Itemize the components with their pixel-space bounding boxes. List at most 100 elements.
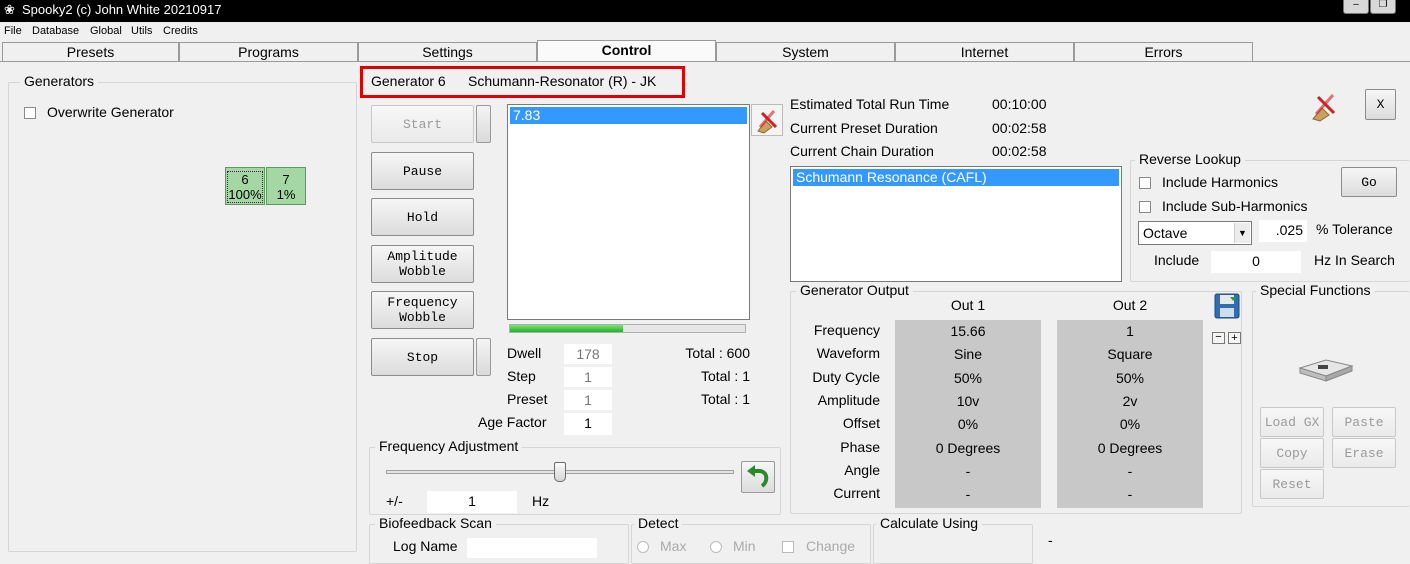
tab-errors[interactable]: Errors — [1074, 42, 1253, 62]
tab-internet[interactable]: Internet — [895, 42, 1074, 62]
frequency-wobble-button[interactable]: Frequency Wobble — [371, 291, 474, 329]
broom-icon — [1312, 93, 1336, 122]
generator-number-label: Generator 6 — [371, 73, 446, 89]
reset-button[interactable]: Reset — [1260, 469, 1324, 499]
output-out1-cell[interactable]: 0% — [895, 413, 1041, 438]
generators-group — [8, 82, 357, 552]
hold-button[interactable]: Hold — [371, 198, 474, 236]
max-radio[interactable] — [637, 541, 649, 553]
preset-list[interactable]: Schumann Resonance (CAFL) — [790, 166, 1122, 282]
output-out2-cell[interactable]: 0 Degrees — [1057, 437, 1203, 462]
out1-header: Out 1 — [950, 297, 986, 313]
plus-icon[interactable]: + — [1228, 332, 1241, 344]
frequency-list[interactable]: 7.83 — [507, 104, 750, 320]
tab-presets[interactable]: Presets — [2, 42, 179, 62]
output-out1-cell[interactable]: 0 Degrees — [895, 437, 1041, 462]
age-factor-field[interactable]: 1 — [564, 413, 612, 435]
generator-tile-7[interactable]: 7 1% — [266, 167, 306, 205]
include-harmonics-checkbox[interactable] — [1139, 177, 1151, 189]
generator-tile-6-num: 6 — [241, 172, 249, 187]
output-out2-cell[interactable]: 0% — [1057, 413, 1203, 438]
output-row-label: Angle — [844, 462, 880, 478]
menu-utils[interactable]: Utils — [131, 25, 152, 37]
load-gx-button[interactable]: Load GX — [1260, 407, 1324, 437]
go-button[interactable]: Go — [1341, 167, 1397, 197]
min-label: Min — [733, 538, 756, 554]
tab-settings[interactable]: Settings — [358, 42, 537, 62]
output-out1-cell[interactable]: 15.66 — [895, 320, 1041, 345]
tab-system[interactable]: System — [716, 42, 895, 62]
frequency-adjustment-label: Frequency Adjustment — [375, 438, 523, 454]
close-x-button[interactable]: X — [1365, 89, 1396, 120]
start-side-button[interactable] — [476, 105, 491, 143]
menu-credits[interactable]: Credits — [163, 25, 198, 37]
step-total: Total : 1 — [700, 368, 750, 384]
clear-all-button[interactable] — [1307, 89, 1341, 123]
amplitude-wobble-button[interactable]: Amplitude Wobble — [371, 245, 474, 283]
output-out2-cell[interactable]: 2v — [1057, 390, 1203, 415]
start-button[interactable]: Start — [371, 105, 474, 143]
preset-value: 1 — [564, 390, 612, 410]
menu-database[interactable]: Database — [32, 25, 79, 37]
tab-bar: Presets Programs Settings Control System… — [0, 40, 1410, 62]
output-out1-cell[interactable]: - — [895, 460, 1041, 485]
output-out2-cell[interactable]: Square — [1057, 343, 1203, 368]
include-subharmonics-checkbox[interactable] — [1139, 201, 1151, 213]
menu-bar: File Database Global Utils Credits — [0, 22, 1410, 40]
min-radio[interactable] — [710, 541, 722, 553]
erase-button[interactable]: Erase — [1332, 438, 1396, 468]
frequency-list-item[interactable]: 7.83 — [510, 107, 747, 124]
dwell-value: 178 — [564, 344, 612, 364]
misc-dash: - — [1048, 532, 1053, 548]
log-name-field[interactable] — [467, 538, 597, 558]
octave-select-value: Octave — [1143, 225, 1188, 241]
reverse-lookup-label: Reverse Lookup — [1135, 151, 1245, 167]
generator-tile-6[interactable]: 6 100% — [225, 167, 265, 205]
title-bar: ❀ Spooky2 (c) John White 20210917 – ❐ — [0, 0, 1410, 22]
special-functions-label: Special Functions — [1256, 282, 1375, 298]
output-out1-cell[interactable]: Sine — [895, 343, 1041, 368]
tab-control[interactable]: Control — [537, 40, 716, 62]
preset-duration-label: Current Preset Duration — [790, 120, 938, 136]
output-row-label: Waveform — [816, 345, 880, 361]
adjustment-value-field[interactable]: 1 — [427, 491, 517, 513]
menu-global[interactable]: Global — [90, 25, 122, 37]
output-row-label: Duty Cycle — [812, 369, 880, 385]
output-out1-cell[interactable]: 10v — [895, 390, 1041, 415]
dwell-total: Total : 600 — [685, 345, 750, 361]
include-hz-field[interactable]: 0 — [1211, 251, 1301, 273]
output-out1-cell[interactable]: 50% — [895, 367, 1041, 392]
tolerance-field[interactable]: .025 — [1259, 220, 1307, 242]
preset-list-item[interactable]: Schumann Resonance (CAFL) — [793, 169, 1119, 186]
output-out2-cell[interactable]: - — [1057, 460, 1203, 485]
overwrite-generator-checkbox[interactable] — [24, 107, 36, 119]
frequency-adjustment-slider[interactable] — [554, 462, 566, 482]
minus-icon[interactable]: − — [1212, 332, 1225, 344]
max-label: Max — [660, 538, 687, 554]
out2-header: Out 2 — [1112, 297, 1148, 313]
reset-adjustment-button[interactable] — [741, 461, 775, 493]
paste-button[interactable]: Paste — [1332, 407, 1396, 437]
save-output-button[interactable] — [1212, 291, 1242, 323]
copy-button[interactable]: Copy — [1260, 438, 1324, 468]
minimize-button[interactable]: – — [1343, 0, 1369, 14]
stop-side-button[interactable] — [476, 338, 491, 376]
tab-programs[interactable]: Programs — [179, 42, 358, 62]
pause-button[interactable]: Pause — [371, 152, 474, 190]
tab-divider — [0, 61, 1410, 62]
menu-file[interactable]: File — [4, 25, 22, 37]
change-checkbox[interactable] — [782, 541, 794, 553]
preset-label: Preset — [507, 391, 548, 407]
stop-button[interactable]: Stop — [371, 338, 474, 376]
restore-button[interactable]: ❐ — [1370, 0, 1396, 14]
include-subharmonics-label: Include Sub-Harmonics — [1162, 198, 1308, 214]
output-out2-cell[interactable]: 1 — [1057, 320, 1203, 345]
output-out2-cell[interactable]: 50% — [1057, 367, 1203, 392]
hz-unit-label: Hz — [532, 493, 550, 509]
chevron-down-icon[interactable]: ▼ — [1234, 223, 1250, 243]
output-row-label: Offset — [842, 415, 880, 431]
octave-select[interactable]: Octave ▼ — [1138, 221, 1252, 245]
clear-frequencies-button[interactable] — [751, 104, 783, 136]
output-out1-cell[interactable]: - — [895, 483, 1041, 508]
output-out2-cell[interactable]: - — [1057, 483, 1203, 508]
